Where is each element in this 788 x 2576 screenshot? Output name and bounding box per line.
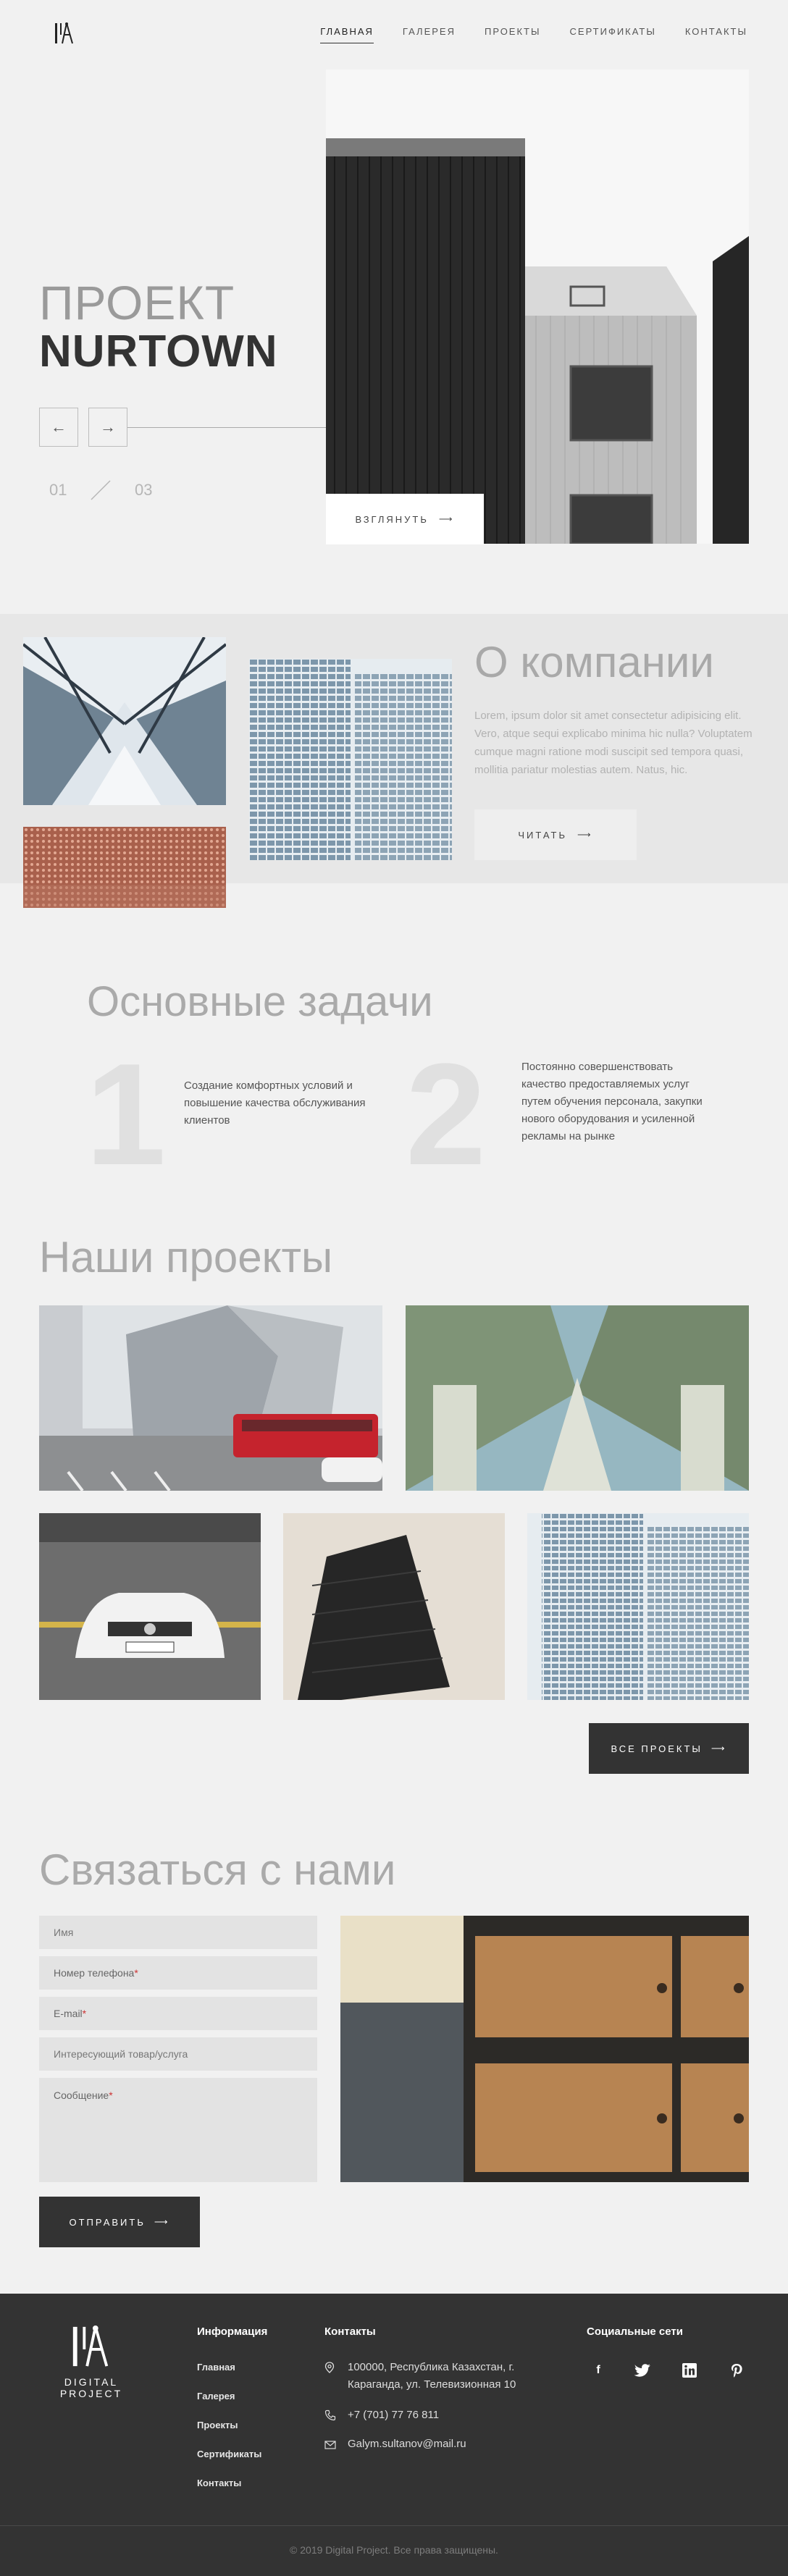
- phone-field[interactable]: Номер телефона *: [39, 1956, 317, 1990]
- arrow-left-icon: ←: [51, 418, 67, 436]
- footer-link-projects[interactable]: Проекты: [197, 2420, 238, 2430]
- prev-slide-button[interactable]: ←: [39, 408, 78, 447]
- next-slide-button[interactable]: →: [88, 408, 127, 447]
- project-image-3[interactable]: [39, 1513, 261, 1700]
- required-mark: *: [134, 1967, 138, 1979]
- facebook-icon[interactable]: f: [590, 2362, 607, 2379]
- nav-gallery[interactable]: Галерея: [403, 26, 456, 43]
- arrow-right-icon: →: [100, 418, 116, 436]
- contact-title: Связаться с нами: [39, 1845, 396, 1894]
- contact-image: [340, 1916, 749, 2182]
- about-image-1: [23, 637, 226, 805]
- linkedin-icon[interactable]: [682, 2363, 697, 2378]
- footer-info-title: Информация: [197, 2325, 268, 2338]
- footer-link-contacts[interactable]: Контакты: [197, 2478, 241, 2488]
- slide-counter-current: 01: [49, 481, 67, 499]
- email-field-placeholder: E-mail: [54, 2008, 83, 2019]
- arrow-right-icon: ⟶: [438, 513, 455, 524]
- read-button[interactable]: Читать ⟶: [474, 809, 637, 860]
- location-icon: [324, 2362, 335, 2373]
- name-field[interactable]: [39, 1916, 317, 1949]
- pinterest-icon[interactable]: [730, 2363, 743, 2378]
- nav-home[interactable]: Главная: [320, 26, 374, 43]
- read-button-label: Читать: [518, 829, 567, 841]
- about-image-2: [23, 827, 226, 908]
- project-image-1[interactable]: [39, 1305, 382, 1491]
- look-button-label: Взглянуть: [355, 513, 429, 525]
- main-nav: Главная Галерея Проекты Сертификаты Конт…: [320, 26, 747, 43]
- send-button-label: Отправить: [69, 2216, 146, 2228]
- footer-logo-icon[interactable]: [70, 2324, 113, 2369]
- project-image-5[interactable]: [527, 1513, 749, 1700]
- nav-projects[interactable]: Проекты: [485, 26, 541, 43]
- email-field[interactable]: E-mail *: [39, 1997, 317, 2030]
- hero-title-bold: NURTOWN: [39, 327, 278, 376]
- task-text-1: Создание комфортных условий и повышение …: [184, 1079, 366, 1127]
- footer-link-home[interactable]: Главная: [197, 2362, 235, 2373]
- required-mark: *: [109, 2089, 113, 2101]
- footer-contacts-title: Контакты: [324, 2325, 376, 2338]
- about-image-3: [249, 659, 452, 860]
- footer-link-gallery[interactable]: Галерея: [197, 2391, 235, 2402]
- arrow-right-icon: ⟶: [711, 1743, 727, 1754]
- arrow-right-icon: ⟶: [577, 829, 593, 840]
- hero-divider: [127, 427, 326, 428]
- footer-brand: DIGITAL PROJECT: [59, 2376, 123, 2399]
- copyright: © 2019 Digital Project. Все права защище…: [290, 2544, 498, 2556]
- send-button[interactable]: Отправить ⟶: [39, 2197, 200, 2247]
- product-field[interactable]: [39, 2037, 317, 2071]
- logo-icon[interactable]: [54, 22, 75, 45]
- task-number-2: 2: [406, 1034, 487, 1195]
- task-number-1: 1: [85, 1034, 167, 1195]
- all-projects-button[interactable]: Все проекты ⟶: [589, 1723, 749, 1774]
- tasks-title: Основные задачи: [87, 978, 433, 1025]
- footer-address: 100000, Республика Казахстан, г. Караган…: [348, 2361, 516, 2391]
- mail-icon: [324, 2441, 336, 2449]
- message-field-placeholder: Сообщение: [54, 2089, 109, 2101]
- task-text-2: Постоянно совершенствовать качество пред…: [521, 1061, 703, 1142]
- counter-slash-icon: [91, 480, 111, 500]
- project-image-4[interactable]: [283, 1513, 505, 1700]
- about-text: Lorem, ipsum dolor sit amet consectetur …: [474, 710, 753, 776]
- hero-image: [326, 70, 749, 544]
- phone-icon: [324, 2409, 336, 2421]
- footer-social-title: Социальные сети: [587, 2325, 683, 2338]
- all-projects-label: Все проекты: [611, 1743, 703, 1754]
- footer-email[interactable]: Galym.sultanov@mail.ru: [348, 2436, 466, 2453]
- phone-field-placeholder: Номер телефона: [54, 1967, 135, 1979]
- footer-phone[interactable]: +7 (701) 77 76 811: [348, 2407, 439, 2424]
- about-title: О компании: [474, 638, 714, 686]
- nav-contacts[interactable]: Контакты: [685, 26, 747, 43]
- projects-title: Наши проекты: [39, 1233, 333, 1281]
- nav-certificates[interactable]: Сертификаты: [570, 26, 656, 43]
- message-field[interactable]: Сообщение*: [39, 2078, 317, 2182]
- look-button[interactable]: Взглянуть ⟶: [326, 494, 484, 544]
- required-mark: *: [82, 2008, 87, 2019]
- footer-divider: [0, 2525, 788, 2526]
- hero-title-light: ПРОЕКТ: [39, 276, 235, 329]
- footer-link-certificates[interactable]: Сертификаты: [197, 2449, 261, 2459]
- project-image-2[interactable]: [406, 1305, 749, 1491]
- twitter-icon[interactable]: [634, 2363, 650, 2378]
- slide-counter-total: 03: [135, 481, 153, 499]
- arrow-right-icon: ⟶: [154, 2216, 170, 2227]
